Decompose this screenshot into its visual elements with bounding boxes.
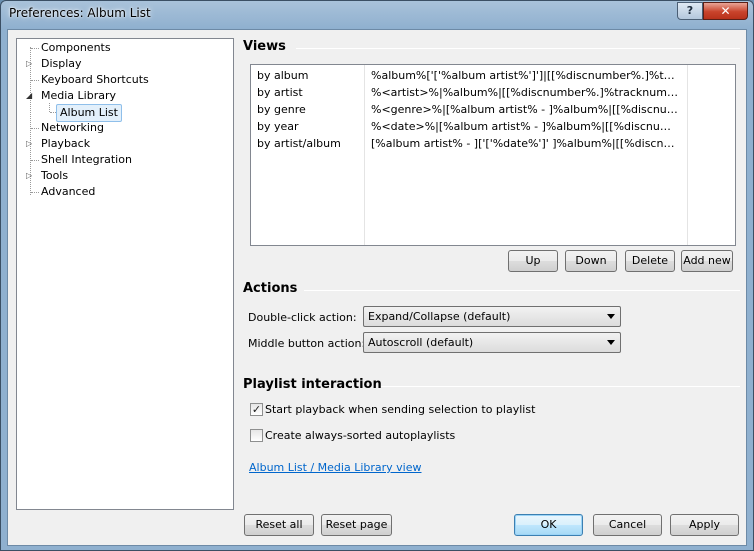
always-sorted-label[interactable]: Create always-sorted autoplaylists — [265, 429, 455, 442]
playlist-divider — [381, 386, 740, 387]
preferences-window: Preferences: Album List ? ✕ Components ▷… — [0, 0, 754, 551]
view-pattern: %album%['['%album artist%']']|[[%discnum… — [371, 69, 679, 82]
chevron-down-icon — [607, 340, 615, 345]
tree-item-label: Display — [41, 57, 82, 70]
tree-guide-line-child — [49, 103, 50, 112]
playlist-interaction-heading: Playlist interaction — [243, 377, 382, 392]
middle-button-selected-value: Autoscroll (default) — [368, 336, 474, 349]
up-button[interactable]: Up — [508, 250, 558, 272]
views-heading: Views — [243, 39, 286, 54]
delete-button[interactable]: Delete — [625, 250, 675, 272]
chevron-down-icon — [607, 314, 615, 319]
tree-item-label: Components — [41, 41, 111, 54]
view-pattern: %<artist>%|%album%|[[%discnumber%.]%trac… — [371, 86, 679, 99]
apply-button[interactable]: Apply — [670, 514, 739, 536]
view-row[interactable]: by year %<date>%|[%album artist% - ]%alb… — [251, 118, 735, 135]
add-new-button[interactable]: Add new — [681, 250, 733, 272]
view-pattern: [%album artist% - ]['['%date%']' ]%album… — [371, 137, 679, 150]
title-bar[interactable]: Preferences: Album List ? ✕ — [1, 1, 753, 29]
tree-item-label: Shell Integration — [41, 153, 132, 166]
ok-button[interactable]: OK — [514, 514, 583, 536]
expand-arrow-icon[interactable]: ▷ — [26, 139, 34, 149]
double-click-label: Double-click action: — [248, 311, 357, 324]
start-playback-checkbox[interactable]: ✓ — [250, 403, 263, 416]
close-button[interactable]: ✕ — [703, 2, 748, 20]
cancel-button[interactable]: Cancel — [593, 514, 662, 536]
view-pattern: %<date>%|[%album artist% - ]%album%|[[%d… — [371, 120, 679, 133]
tree-item-label: Advanced — [41, 185, 96, 198]
view-name: by genre — [257, 103, 306, 116]
actions-heading: Actions — [243, 281, 298, 296]
view-row[interactable]: by artist %<artist>%|%album%|[[%discnumb… — [251, 84, 735, 101]
dialog-client-area: Components ▷ Display Keyboard Shortcuts … — [7, 29, 747, 546]
middle-button-action-select[interactable]: Autoscroll (default) — [363, 332, 621, 353]
view-row[interactable]: by genre %<genre>%|[%album artist% - ]%a… — [251, 101, 735, 118]
middle-button-label: Middle button action: — [248, 337, 366, 350]
tree-item-label: Keyboard Shortcuts — [41, 73, 149, 86]
double-click-selected-value: Expand/Collapse (default) — [368, 310, 511, 323]
window-title: Preferences: Album List — [9, 6, 151, 20]
tree-item-label: Playback — [41, 137, 91, 150]
view-pattern: %<genre>%|[%album artist% - ]%album%|[[%… — [371, 103, 679, 116]
view-row[interactable]: by artist/album [%album artist% - ]['['%… — [251, 135, 735, 152]
down-button[interactable]: Down — [565, 250, 617, 272]
reset-page-button[interactable]: Reset page — [321, 514, 392, 536]
album-list-help-link[interactable]: Album List / Media Library view — [249, 461, 422, 474]
preferences-tree[interactable]: Components ▷ Display Keyboard Shortcuts … — [16, 38, 234, 510]
double-click-action-select[interactable]: Expand/Collapse (default) — [363, 306, 621, 327]
view-name: by year — [257, 120, 299, 133]
view-name: by album — [257, 69, 309, 82]
expand-arrow-icon[interactable]: ▷ — [26, 59, 34, 69]
collapse-arrow-icon[interactable]: ◢ — [26, 91, 34, 101]
tree-item-label: Tools — [41, 169, 69, 182]
views-list[interactable]: by album %album%['['%album artist%']']|[… — [250, 64, 736, 246]
views-divider — [296, 48, 740, 49]
view-name: by artist/album — [257, 137, 341, 150]
tree-item-label: Media Library — [41, 89, 116, 102]
start-playback-label[interactable]: Start playback when sending selection to… — [265, 403, 535, 416]
reset-all-button[interactable]: Reset all — [244, 514, 314, 536]
always-sorted-checkbox[interactable] — [250, 429, 263, 442]
help-button[interactable]: ? — [677, 2, 703, 20]
tree-item-label: Networking — [41, 121, 104, 134]
actions-divider — [304, 290, 740, 291]
view-row[interactable]: by album %album%['['%album artist%']']|[… — [251, 67, 735, 84]
view-name: by artist — [257, 86, 303, 99]
expand-arrow-icon[interactable]: ▷ — [26, 171, 34, 181]
